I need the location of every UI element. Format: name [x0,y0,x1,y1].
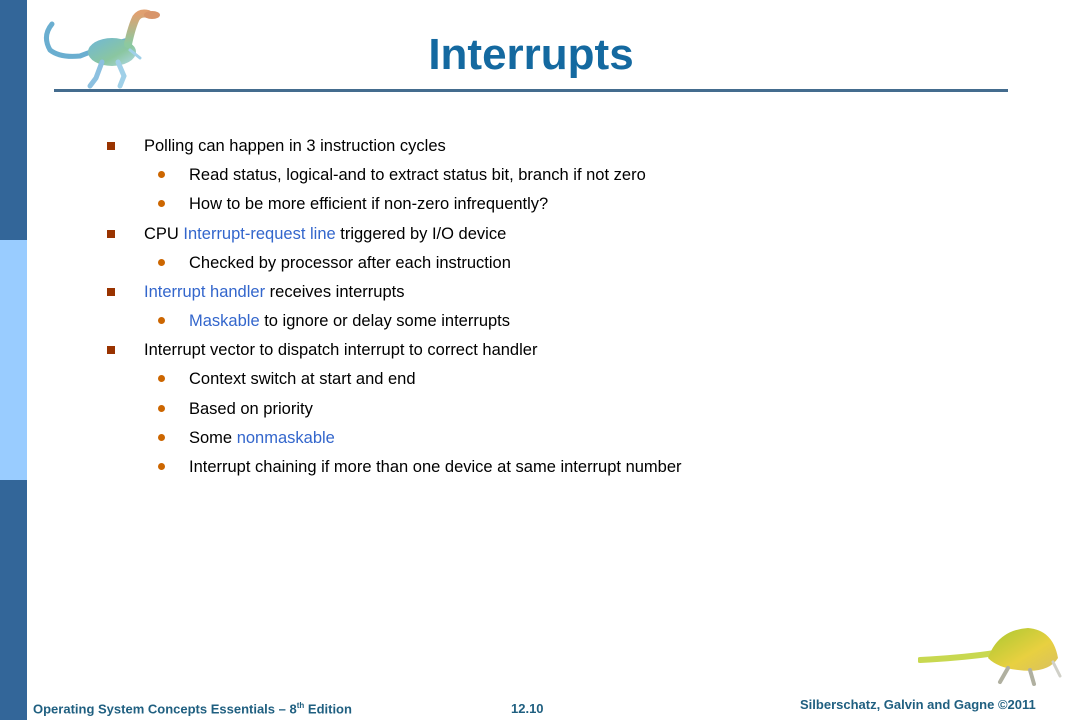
circle-bullet-icon [158,317,165,324]
slide-title: Interrupts [428,30,634,79]
bullet-item: Interrupt handler receives interrupts [107,283,405,302]
sub-bullet-item: Read status, logical-and to extract stat… [158,166,646,185]
bullet-text: receives interrupts [265,283,405,301]
sidebar-stripe-bottom [0,480,27,720]
dinosaur-logo-icon [918,628,1062,686]
sub-bullet-item: Interrupt chaining if more than one devi… [158,458,682,477]
footer-book-title: Operating System Concepts Essentials – 8… [33,701,352,716]
circle-bullet-icon [158,463,165,470]
sub-bullet-text: to ignore or delay some interrupts [259,312,511,330]
sub-bullet-item: Context switch at start and end [158,370,416,389]
square-bullet-icon [107,142,115,150]
footer-copyright: Silberschatz, Galvin and Gagne ©2011 [800,697,1036,712]
bullet-item: Polling can happen in 3 instruction cycl… [107,137,446,156]
sub-bullet-item: Maskable to ignore or delay some interru… [158,312,511,331]
sub-bullet-text: Checked by processor after each instruct… [189,254,511,272]
bullet-text: Polling can happen in 3 instruction cycl… [144,137,446,155]
sidebar-stripe-top [0,0,27,240]
sub-bullet-item: Some nonmaskable [158,429,335,448]
bullet-text: CPU [144,225,184,243]
highlighted-term: Interrupt-request line [183,225,336,243]
sub-bullet-text: Based on priority [189,400,313,418]
sub-bullet-item: Based on priority [158,400,313,419]
square-bullet-icon [107,230,115,238]
bullet-item: CPU Interrupt-request line triggered by … [107,225,507,244]
sidebar-stripe-middle [0,240,27,480]
square-bullet-icon [107,288,115,296]
circle-bullet-icon [158,375,165,382]
circle-bullet-icon [158,171,165,178]
footer-book-title-text: Operating System Concepts Essentials – 8 [33,701,297,717]
sub-bullet-item: Checked by processor after each instruct… [158,254,511,273]
circle-bullet-icon [158,259,165,266]
highlighted-term: Maskable [189,312,260,330]
sub-bullet-text: Some [189,429,237,447]
bullet-item: Interrupt vector to dispatch interrupt t… [107,341,538,360]
sub-bullet-text: Read status, logical-and to extract stat… [189,166,646,184]
square-bullet-icon [107,346,115,354]
footer-page-number: 12.10 [511,701,544,716]
sub-bullet-text: How to be more efficient if non-zero inf… [189,195,549,213]
sub-bullet-text: Interrupt chaining if more than one devi… [189,458,682,476]
highlighted-term: nonmaskable [236,429,335,447]
sub-bullet-text: Context switch at start and end [189,370,416,388]
circle-bullet-icon [158,434,165,441]
circle-bullet-icon [158,405,165,412]
footer-book-title-suffix: Edition [304,701,352,717]
circle-bullet-icon [158,200,165,207]
bullet-text: triggered by I/O device [335,225,507,243]
bullet-text: Interrupt vector to dispatch interrupt t… [144,341,538,359]
sub-bullet-item: How to be more efficient if non-zero inf… [158,195,549,214]
title-divider [54,89,1008,92]
highlighted-term: Interrupt handler [144,283,266,301]
